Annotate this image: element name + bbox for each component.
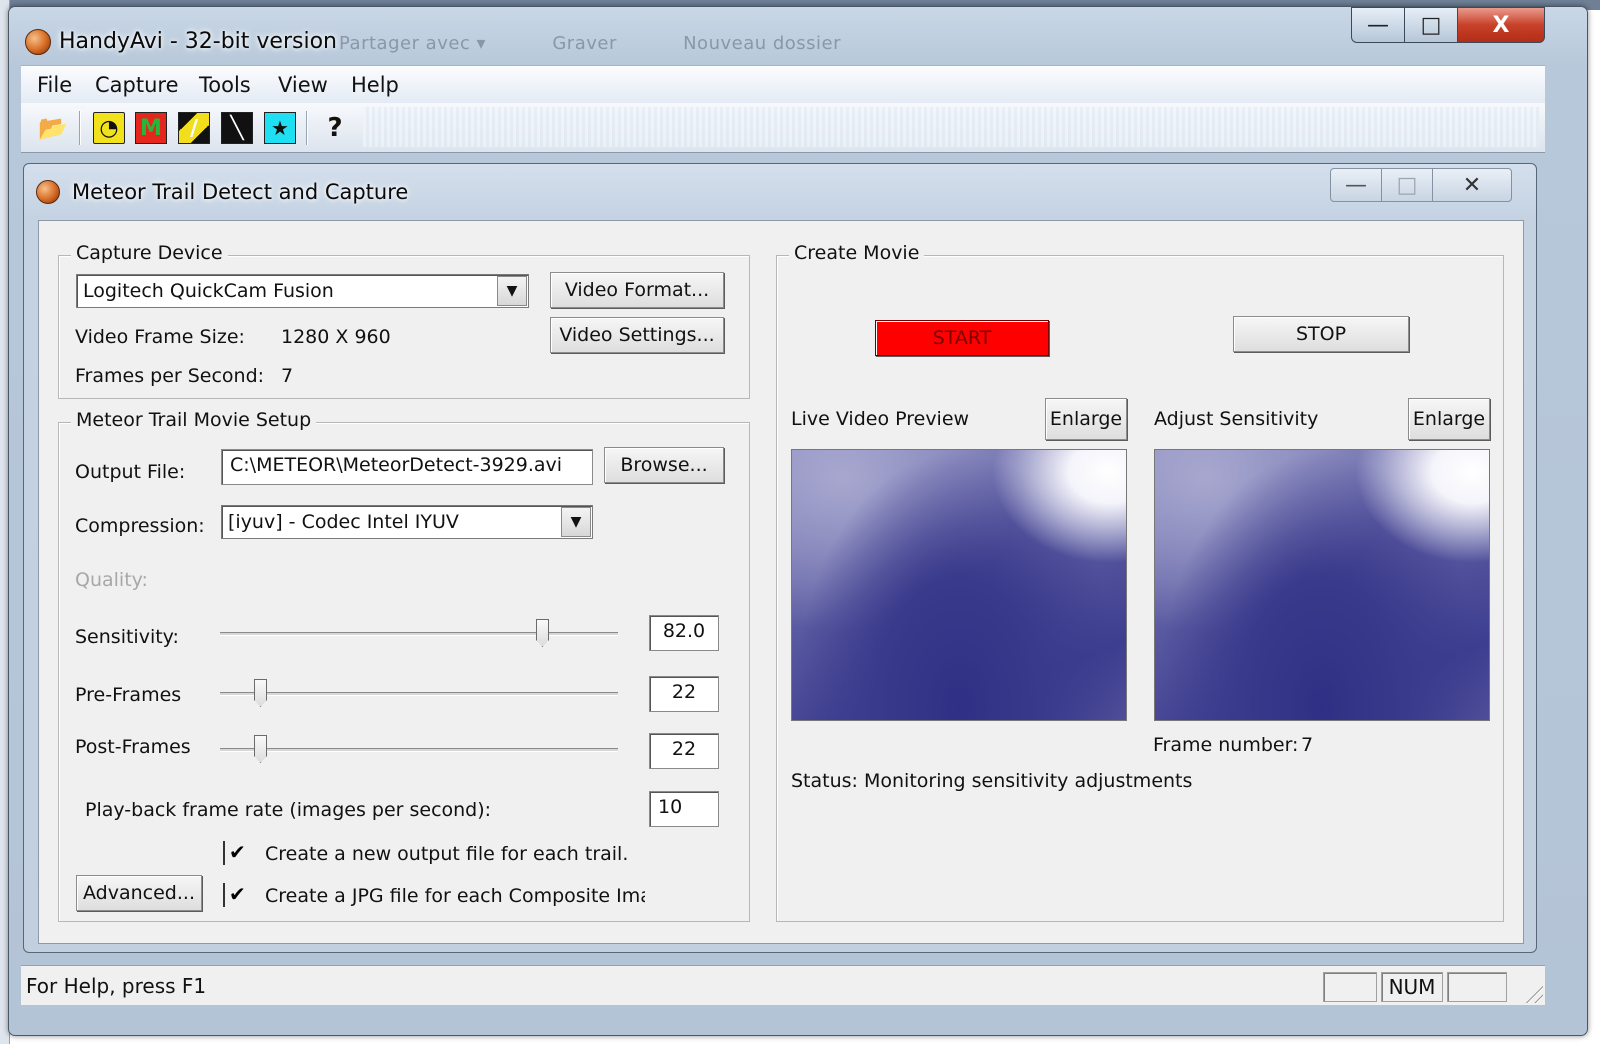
status-pane-num: NUM <box>1381 972 1443 1002</box>
enlarge-adjust-button[interactable]: Enlarge <box>1408 398 1490 440</box>
app-icon[interactable] <box>25 29 51 55</box>
fps-value: 7 <box>281 365 294 387</box>
toolbar-separator <box>79 111 81 145</box>
satellite-icon[interactable]: ∕ <box>178 112 210 144</box>
close-button[interactable]: X <box>1457 7 1545 43</box>
playback-rate-label: Play-back frame rate (images per second)… <box>85 799 492 821</box>
toolbar-separator <box>306 111 308 145</box>
frame-size-value: 1280 X 960 <box>281 326 391 348</box>
status-pane-caps <box>1323 972 1377 1002</box>
jpg-checkbox-label: Create a JPG file for each Composite Ima… <box>265 885 645 907</box>
preframes-label: Pre-Frames <box>75 684 182 706</box>
enlarge-live-button[interactable]: Enlarge <box>1045 398 1127 440</box>
capture-device-value: Logitech QuickCam Fusion <box>83 280 334 302</box>
meteor-dialog-window: Meteor Trail Detect and Capture — □ ✕ Ca… <box>23 163 1537 953</box>
capture-device-label: Capture Device <box>71 242 228 264</box>
video-format-button[interactable]: Video Format... <box>550 272 724 308</box>
ghost-menu-new-folder: Nouveau dossier <box>683 33 842 54</box>
postframes-label: Post-Frames <box>75 736 191 758</box>
menu-file[interactable]: File <box>35 73 74 97</box>
status-value: Monitoring sensitivity adjustments <box>864 770 1193 792</box>
menu-capture[interactable]: Capture <box>93 73 181 97</box>
dialog-maximize-button[interactable]: □ <box>1381 168 1433 202</box>
toolbar: 📂 ◔ M ∕ ╲ ★ ? <box>21 103 1545 153</box>
postframes-value-field[interactable]: 22 <box>649 733 719 769</box>
slider-track <box>220 692 618 696</box>
browse-button[interactable]: Browse... <box>604 447 724 483</box>
frame-number-value: 7 <box>1301 734 1314 756</box>
new-file-checkbox[interactable]: ✔ <box>223 841 246 865</box>
sensitivity-label: Sensitivity: <box>75 626 179 648</box>
ghost-menu-burn: Graver <box>552 33 617 54</box>
main-window: HandyAvi - 32-bit version Partager avec … <box>8 6 1588 1036</box>
ghost-menu-share: Partager avec ▾ <box>339 33 487 54</box>
minimize-button[interactable]: — <box>1351 7 1405 43</box>
dialog-title: Meteor Trail Detect and Capture <box>72 180 409 204</box>
sensitivity-value-field[interactable]: 82.0 <box>649 615 719 651</box>
toolbar-background <box>363 107 1539 147</box>
background-explorer-toolbar: Partager avec ▾ Graver Nouveau dossier <box>339 33 901 54</box>
postframes-slider[interactable] <box>220 735 618 765</box>
maximize-button[interactable]: □ <box>1404 7 1458 43</box>
capture-device-select[interactable]: Logitech QuickCam Fusion ▼ <box>76 274 529 308</box>
status-help-text: For Help, press F1 <box>26 974 207 998</box>
capture-device-group: Capture Device Logitech QuickCam Fusion … <box>58 242 750 399</box>
create-movie-group: Create Movie START STOP Live Video Previ… <box>776 242 1504 922</box>
status-pane-scroll <box>1447 972 1507 1002</box>
figure-icon[interactable]: ★ <box>264 112 296 144</box>
window-title: HandyAvi - 32-bit version <box>59 29 337 54</box>
menu-view[interactable]: View <box>276 73 330 97</box>
slider-thumb[interactable] <box>254 679 267 707</box>
video-settings-button[interactable]: Video Settings... <box>550 317 724 353</box>
preframes-value-field[interactable]: 22 <box>649 676 719 712</box>
live-preview-label: Live Video Preview <box>791 408 970 430</box>
slider-track <box>220 632 618 636</box>
adjust-sensitivity-preview-image <box>1154 449 1490 721</box>
movie-setup-label: Meteor Trail Movie Setup <box>71 409 317 431</box>
compression-value: [iyuv] - Codec Intel IYUV <box>228 511 459 533</box>
dialog-app-icon[interactable] <box>36 180 60 204</box>
open-folder-icon[interactable]: 📂 <box>37 112 69 144</box>
menu-help[interactable]: Help <box>349 73 401 97</box>
slider-thumb[interactable] <box>254 735 267 763</box>
quality-label: Quality: <box>75 569 148 591</box>
slider-thumb[interactable] <box>536 619 549 647</box>
jpg-checkbox[interactable]: ✔ <box>223 883 246 907</box>
preframes-slider[interactable] <box>220 679 618 709</box>
dialog-client-area: Capture Device Logitech QuickCam Fusion … <box>38 220 1524 944</box>
frame-number-label: Frame number: <box>1153 734 1299 756</box>
fps-label: Frames per Second: <box>75 365 265 387</box>
help-icon[interactable]: ? <box>319 112 351 144</box>
chevron-down-icon[interactable]: ▼ <box>561 507 591 537</box>
frame-size-label: Video Frame Size: <box>75 326 245 348</box>
create-movie-label: Create Movie <box>789 242 925 264</box>
adjust-sensitivity-label: Adjust Sensitivity <box>1154 408 1319 430</box>
clock-icon[interactable]: ◔ <box>93 112 125 144</box>
compression-select[interactable]: [iyuv] - Codec Intel IYUV ▼ <box>221 505 593 539</box>
main-titlebar[interactable]: HandyAvi - 32-bit version Partager avec … <box>9 7 1587 65</box>
slider-track <box>220 748 618 752</box>
status-label: Status: <box>791 770 858 792</box>
menu-tools[interactable]: Tools <box>197 73 253 97</box>
compression-label: Compression: <box>75 515 205 537</box>
meteor-trail-icon[interactable]: ╲ <box>221 112 253 144</box>
dialog-minimize-button[interactable]: — <box>1330 168 1382 202</box>
stop-button[interactable]: STOP <box>1233 316 1409 352</box>
meteor-m-icon[interactable]: M <box>135 112 167 144</box>
resize-grip[interactable] <box>1523 983 1543 1003</box>
output-file-label: Output File: <box>75 461 186 483</box>
menu-bar: File Capture Tools View Help <box>21 65 1545 103</box>
sensitivity-slider[interactable] <box>220 619 618 649</box>
chevron-down-icon[interactable]: ▼ <box>497 276 527 306</box>
playback-rate-field[interactable]: 10 <box>649 791 719 827</box>
movie-setup-group: Meteor Trail Movie Setup Output File: C:… <box>58 409 750 922</box>
advanced-button[interactable]: Advanced... <box>76 875 202 911</box>
output-file-field[interactable]: C:\METEOR\MeteorDetect-3929.avi <box>221 449 593 485</box>
status-bar: For Help, press F1 NUM <box>21 965 1545 1005</box>
dialog-close-button[interactable]: ✕ <box>1432 168 1512 202</box>
new-file-checkbox-label: Create a new output file for each trail. <box>265 843 629 865</box>
start-button[interactable]: START <box>875 320 1049 356</box>
live-video-preview-image <box>791 449 1127 721</box>
